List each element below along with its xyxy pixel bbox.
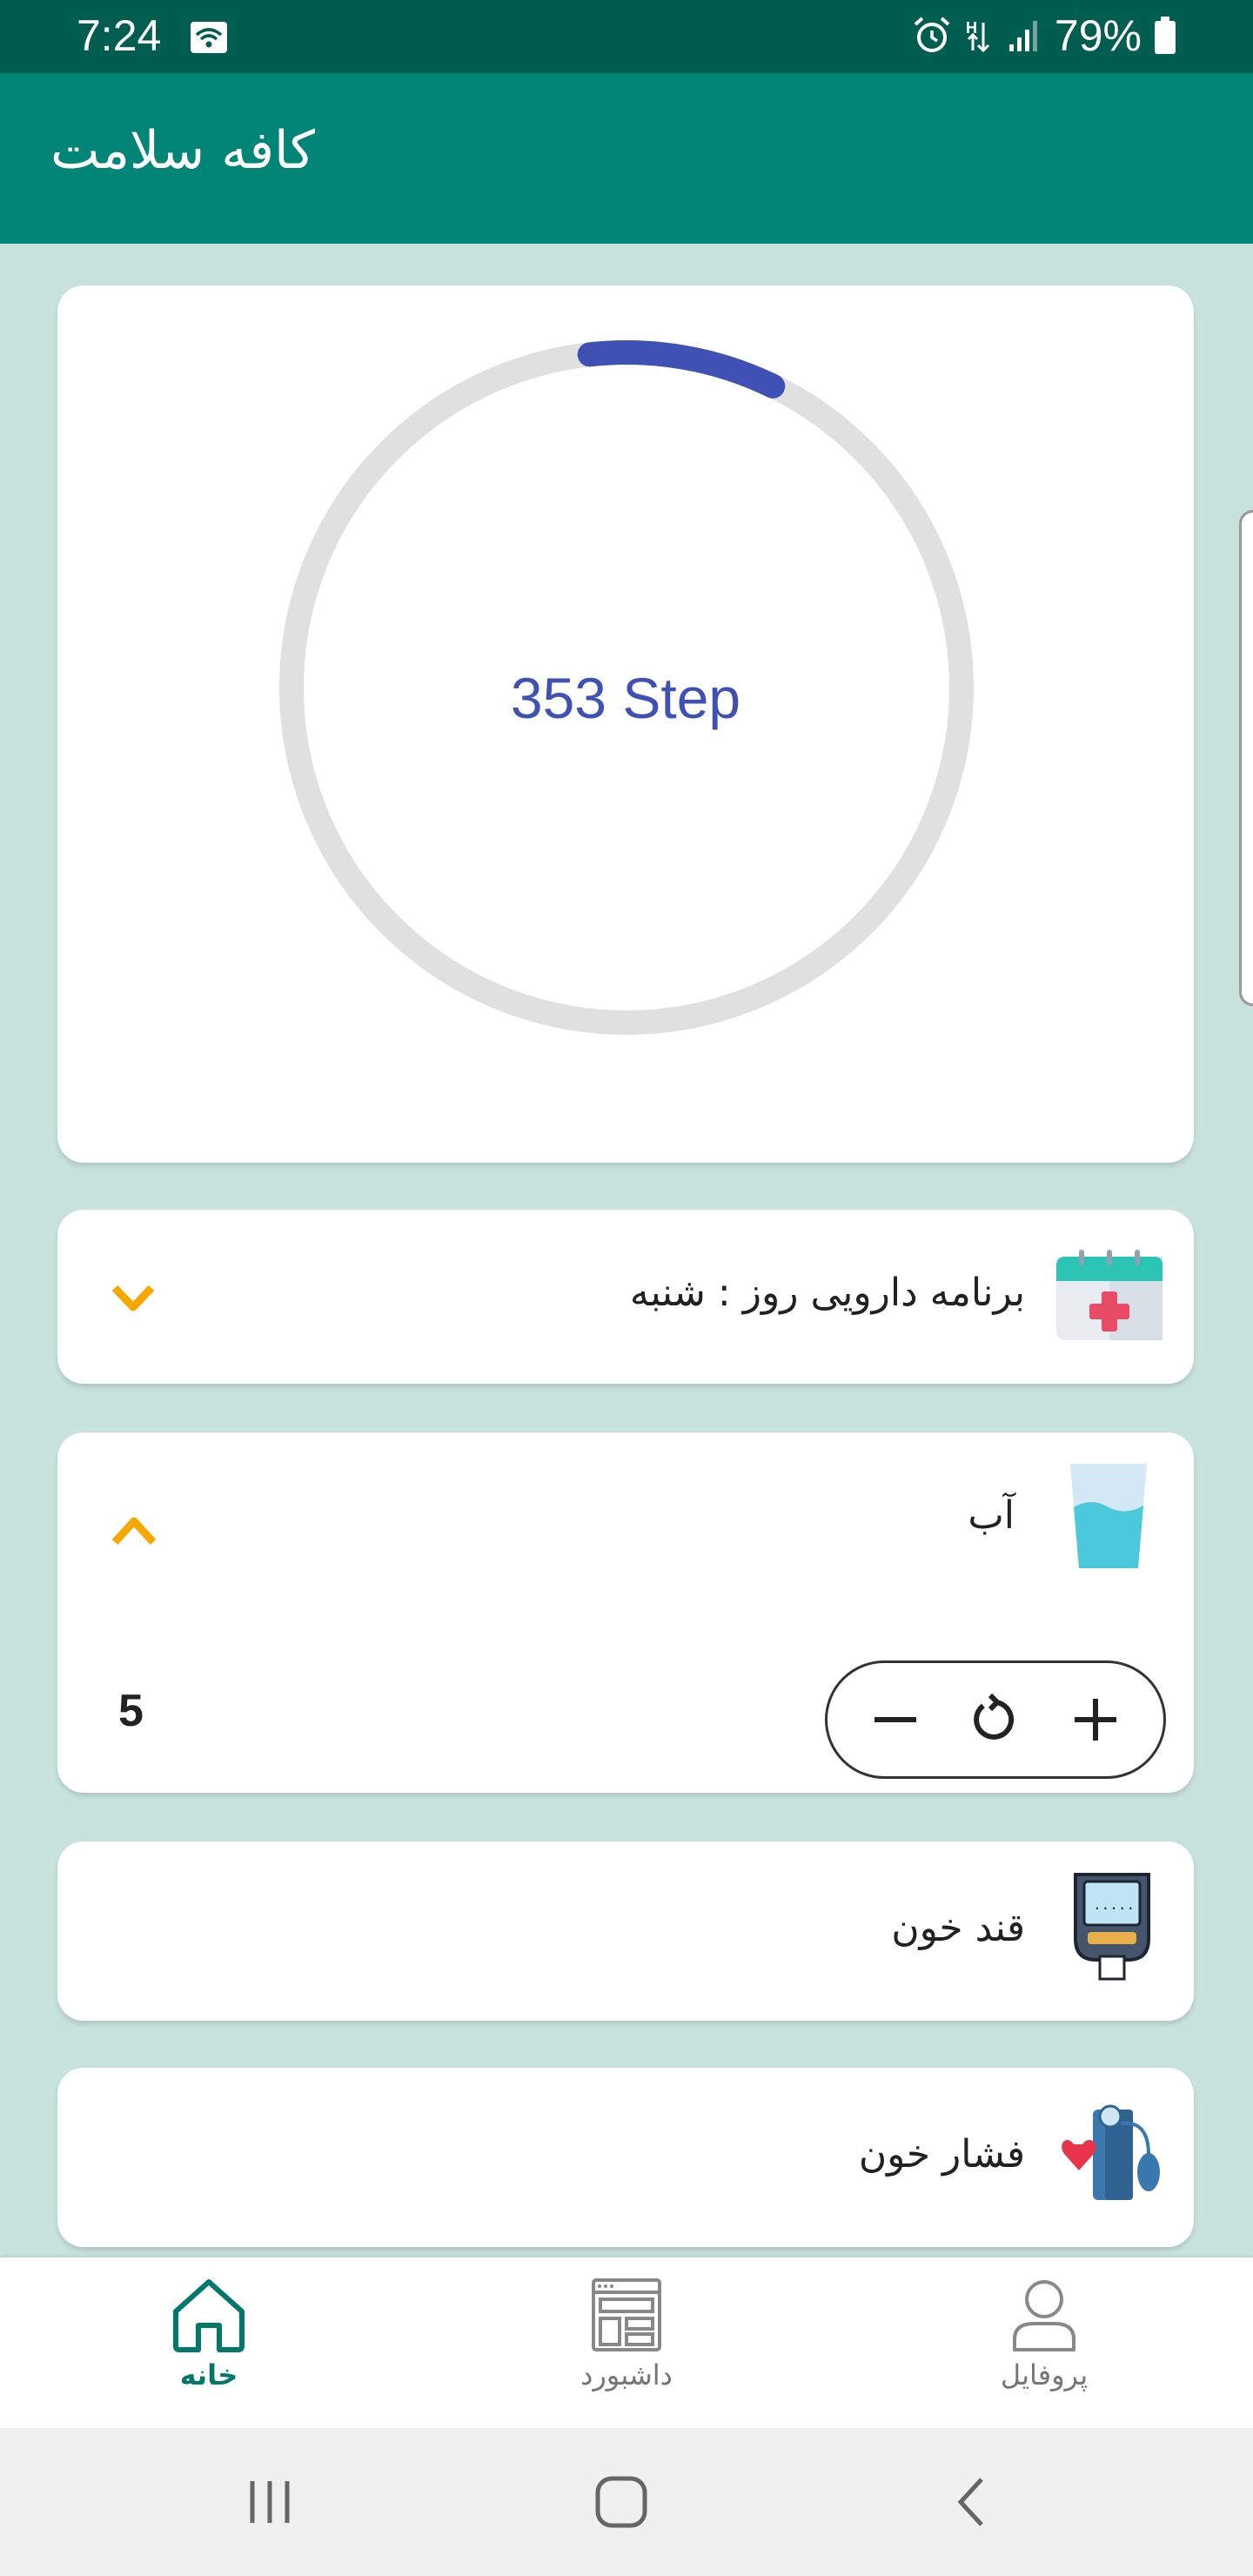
blood-pressure-card[interactable]: فشار خون: [57, 2068, 1194, 2247]
back-icon[interactable]: [928, 2463, 1015, 2541]
minus-icon[interactable]: [856, 1680, 935, 1759]
nav-label-home: خانه: [179, 2358, 238, 2392]
alarm-icon: [912, 16, 952, 56]
svg-text:.....: .....: [1093, 1896, 1135, 1913]
step-count-label: 353 Step: [510, 666, 741, 730]
medication-schedule-card[interactable]: برنامه دارویی روز : شنبه: [57, 1210, 1194, 1384]
chevron-down-icon[interactable]: [111, 1285, 155, 1319]
nav-item-home[interactable]: خانه: [96, 2275, 322, 2423]
status-bar: 7:24 H 79%: [0, 0, 1253, 73]
water-glass-icon: [1069, 1462, 1149, 1575]
svg-text:H: H: [966, 19, 977, 37]
glucometer-icon: .....: [1070, 1869, 1154, 1986]
status-time: 7:24: [77, 11, 162, 60]
battery-icon: [1154, 17, 1176, 55]
blood-sugar-card[interactable]: ..... قند خون: [57, 1841, 1194, 2021]
blood-pressure-monitor-icon: [1058, 2103, 1166, 2207]
nav-label-dashboard: داشبورد: [580, 2358, 673, 2392]
blood-sugar-title: قند خون: [891, 1906, 1025, 1950]
water-title: آب: [968, 1493, 1015, 1538]
side-scroll-handle[interactable]: [1239, 510, 1253, 1006]
home-icon: [96, 2275, 322, 2355]
home-button-icon[interactable]: [578, 2463, 665, 2541]
blood-pressure-title: فشار خون: [858, 2132, 1025, 2177]
system-navigation-bar: [0, 2428, 1253, 2576]
app-bar: کافه سلامت: [0, 73, 1253, 244]
bottom-navigation: خانه داشبورد پروفایل: [0, 2257, 1253, 2428]
plus-icon[interactable]: [1056, 1680, 1135, 1759]
recent-apps-icon[interactable]: [226, 2463, 313, 2541]
water-stepper: [825, 1660, 1166, 1779]
calendar-medical-icon: [1055, 1250, 1164, 1345]
step-counter-card: 353 Step: [57, 285, 1194, 1163]
status-right-group: H 79%: [912, 10, 1176, 61]
wifi-icon: [190, 21, 228, 54]
step-progress-arc: [577, 340, 786, 399]
nav-label-profile: پروفایل: [1000, 2358, 1089, 2392]
signal-icon: [1008, 18, 1042, 53]
nav-item-profile[interactable]: پروفایل: [931, 2275, 1157, 2423]
water-count: 5: [118, 1686, 144, 1736]
nav-item-dashboard[interactable]: داشبورد: [513, 2275, 740, 2423]
water-intake-card: آب 5: [57, 1432, 1194, 1793]
chevron-up-icon[interactable]: [111, 1514, 157, 1549]
battery-percent: 79%: [1054, 11, 1142, 60]
reset-icon[interactable]: [956, 1680, 1035, 1759]
medication-title: برنامه دارویی روز : شنبه: [629, 1271, 1025, 1315]
dashboard-icon: [513, 2275, 740, 2355]
data-transfer-icon: H: [964, 16, 995, 56]
profile-icon: [931, 2275, 1157, 2355]
app-title: کافه سلامت: [50, 120, 315, 181]
